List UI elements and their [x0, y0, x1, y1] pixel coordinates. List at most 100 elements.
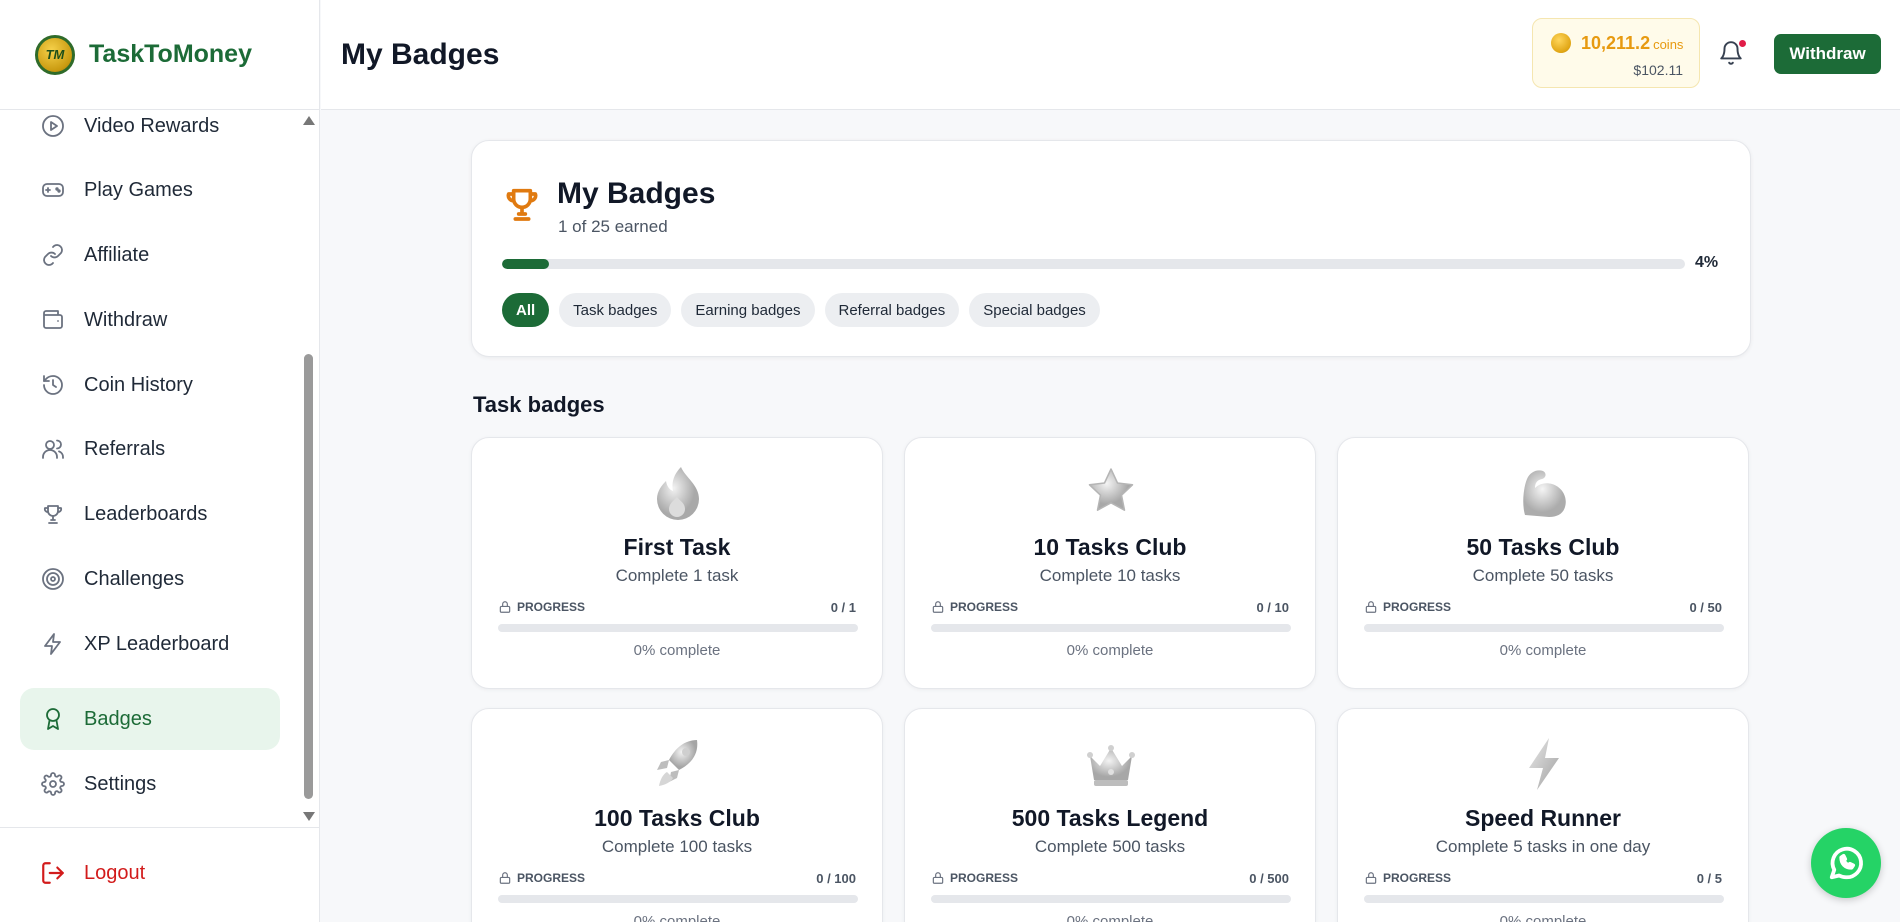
badges-summary-card: My Badges 1 of 25 earned 4% All Task bad…: [471, 140, 1751, 357]
overall-progress-bar: [502, 259, 1685, 269]
sidebar-item-badges[interactable]: Badges: [20, 688, 280, 750]
badge-name: 100 Tasks Club: [594, 805, 760, 831]
sidebar-item-leaderboards[interactable]: Leaderboards: [20, 483, 280, 545]
badge-progress-label: PROGRESS: [1364, 871, 1451, 885]
badge-card-100-tasks-club[interactable]: 100 Tasks Club Complete 100 tasks PROGRE…: [471, 708, 883, 922]
badge-progress-bar: [931, 895, 1291, 903]
badge-card-speed-runner[interactable]: Speed Runner Complete 5 tasks in one day…: [1337, 708, 1749, 922]
coin-unit: coins: [1653, 37, 1684, 52]
badge-card-10-tasks-club[interactable]: 10 Tasks Club Complete 10 tasks PROGRESS…: [904, 437, 1316, 689]
wallet-icon: [40, 307, 66, 333]
gamepad-icon: [40, 177, 66, 203]
badge-progress-value: 0 / 5: [1696, 871, 1722, 886]
sidebar-item-withdraw[interactable]: Withdraw: [20, 289, 280, 351]
sidebar-item-settings[interactable]: Settings: [20, 753, 280, 815]
badge-card-500-tasks-legend[interactable]: 500 Tasks Legend Complete 500 tasks PROG…: [904, 708, 1316, 922]
badge-percent-complete: 0% complete: [1499, 913, 1587, 922]
scroll-down-arrow-icon[interactable]: [303, 812, 315, 821]
coin-balance[interactable]: 10,211.2 coins $102.11: [1532, 18, 1700, 88]
coin-usd-value: $102.11: [1633, 62, 1683, 78]
badge-name: 500 Tasks Legend: [1011, 805, 1209, 831]
scroll-up-arrow-icon[interactable]: [303, 116, 315, 125]
summary-subtitle: 1 of 25 earned: [558, 217, 668, 236]
flame-icon: [653, 464, 703, 522]
users-icon: [40, 436, 66, 462]
notification-dot: [1739, 40, 1746, 47]
sidebar-item-label: Badges: [84, 707, 152, 730]
filter-referral-badges[interactable]: Referral badges: [824, 293, 960, 327]
lock-icon: [1365, 872, 1377, 884]
overall-progress-percent: 4%: [1695, 254, 1719, 271]
target-icon: [40, 566, 66, 592]
lock-icon: [499, 872, 511, 884]
sidebar-item-play-games[interactable]: Play Games: [20, 159, 280, 221]
sidebar-item-affiliate[interactable]: Affiliate: [20, 224, 280, 286]
whatsapp-chat-button[interactable]: [1811, 828, 1881, 898]
badge-name: 10 Tasks Club: [1033, 534, 1187, 560]
coin-amount: 10,211.2 coins: [1581, 33, 1684, 53]
sidebar-item-referrals[interactable]: Referrals: [20, 418, 280, 480]
summary-title: My Badges: [557, 177, 716, 210]
filter-earning-badges[interactable]: Earning badges: [681, 293, 815, 327]
badge-progress-label: PROGRESS: [931, 871, 1018, 885]
lock-icon: [932, 872, 944, 884]
top-header: My Badges 10,211.2 coins $102.11 Withdraw: [321, 0, 1900, 110]
notifications-button[interactable]: [1718, 40, 1748, 70]
badge-progress-label: PROGRESS: [498, 871, 585, 885]
rocket-icon: [653, 735, 703, 793]
logout-button[interactable]: Logout: [40, 860, 145, 886]
filter-special-badges[interactable]: Special badges: [969, 293, 1100, 327]
sidebar-item-label: Affiliate: [84, 243, 150, 266]
lightning-icon: [40, 631, 66, 657]
logout-icon: [42, 862, 64, 884]
sidebar-item-label: XP Leaderboard: [84, 632, 230, 655]
crown-icon: [1086, 735, 1136, 793]
badge-percent-complete: 0% complete: [1066, 913, 1154, 922]
lock-icon: [1365, 601, 1377, 613]
award-icon: [40, 706, 66, 732]
badge-description: Complete 10 tasks: [1039, 566, 1181, 585]
play-circle-icon: [40, 113, 66, 139]
logout-label: Logout: [84, 861, 146, 884]
sidebar-scrollbar[interactable]: [301, 112, 315, 825]
brand[interactable]: TM TaskToMoney: [0, 0, 319, 110]
overall-progress-fill: [502, 259, 550, 269]
filter-all[interactable]: All: [502, 293, 550, 327]
badge-percent-complete: 0% complete: [633, 642, 721, 659]
sidebar-item-challenges[interactable]: Challenges: [20, 548, 280, 610]
sidebar-item-video-rewards[interactable]: Video Rewards: [20, 110, 280, 157]
badge-description: Complete 50 tasks: [1472, 566, 1614, 585]
badge-progress-value: 0 / 1: [830, 600, 856, 615]
logout-divider: [0, 827, 320, 828]
badge-progress-bar: [498, 624, 858, 632]
badge-filters: All Task badges Earning badges Referral …: [502, 293, 1100, 327]
badge-card-50-tasks-club[interactable]: 50 Tasks Club Complete 50 tasks PROGRESS…: [1337, 437, 1749, 689]
badge-progress-label: PROGRESS: [931, 600, 1018, 614]
scrollbar-thumb[interactable]: [304, 354, 313, 799]
badge-progress-value: 0 / 50: [1689, 600, 1722, 615]
page-title: My Badges: [341, 38, 500, 71]
badge-progress-bar: [931, 624, 1291, 632]
withdraw-button[interactable]: Withdraw: [1774, 34, 1881, 74]
badge-progress-value: 0 / 500: [1249, 871, 1289, 886]
sidebar-item-label: Referrals: [84, 437, 166, 460]
sidebar-item-coin-history[interactable]: Coin History: [20, 354, 280, 416]
badge-description: Complete 100 tasks: [601, 837, 753, 856]
section-title: Task badges: [473, 392, 605, 417]
sidebar: TM TaskToMoney Video Rewards Play Games …: [0, 0, 320, 922]
badge-percent-complete: 0% complete: [1066, 642, 1154, 659]
whatsapp-icon: [1829, 846, 1863, 880]
sidebar-item-label: Play Games: [84, 178, 193, 201]
badge-card-first-task[interactable]: First Task Complete 1 task PROGRESS 0 / …: [471, 437, 883, 689]
gear-icon: [40, 771, 66, 797]
badge-progress-bar: [1364, 624, 1724, 632]
sidebar-item-xp-leaderboard[interactable]: XP Leaderboard: [20, 613, 280, 675]
coin-icon: [1551, 33, 1571, 53]
badge-name: Speed Runner: [1465, 805, 1621, 831]
filter-task-badges[interactable]: Task badges: [559, 293, 672, 327]
badge-percent-complete: 0% complete: [1499, 642, 1587, 659]
brand-name: TaskToMoney: [89, 40, 252, 68]
sidebar-nav: Video Rewards Play Games Affiliate Withd…: [0, 110, 300, 825]
star-icon: [1086, 464, 1136, 522]
link-icon: [40, 242, 66, 268]
